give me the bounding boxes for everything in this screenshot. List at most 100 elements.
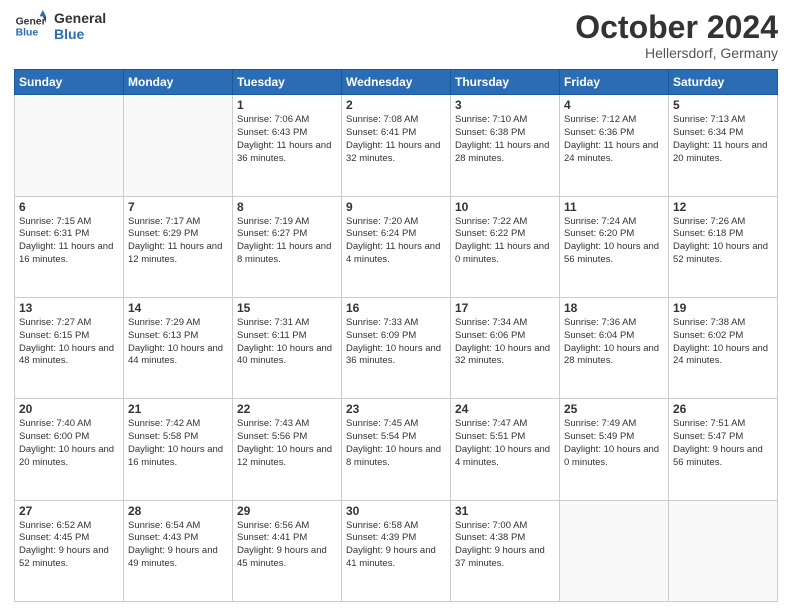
logo: General Blue General Blue	[14, 10, 106, 42]
month-title: October 2024	[575, 10, 778, 45]
calendar-cell: 14 Sunrise: 7:29 AM Sunset: 6:13 PM Dayli…	[124, 297, 233, 398]
weekday-header-monday: Monday	[124, 70, 233, 95]
cell-info: Sunrise: 7:17 AM Sunset: 6:29 PM Dayligh…	[128, 216, 228, 267]
cell-info: Sunrise: 7:19 AM Sunset: 6:27 PM Dayligh…	[237, 216, 337, 267]
day-number: 18	[564, 301, 664, 315]
calendar-cell: 31 Sunrise: 7:00 AM Sunset: 4:38 PM Dayli…	[451, 500, 560, 601]
week-row-0: 1Sunrise: 7:06 AM Sunset: 6:43 PM Daylig…	[15, 95, 778, 196]
cell-info: Sunrise: 6:58 AM Sunset: 4:39 PM Dayligh…	[346, 520, 446, 571]
cell-info: Sunrise: 7:49 AM Sunset: 5:49 PM Dayligh…	[564, 418, 664, 469]
day-number: 31	[455, 504, 555, 518]
calendar-table: SundayMondayTuesdayWednesdayThursdayFrid…	[14, 69, 778, 602]
header: General Blue General Blue October 2024 H…	[14, 10, 778, 61]
calendar-cell: 18 Sunrise: 7:36 AM Sunset: 6:04 PM Dayli…	[560, 297, 669, 398]
cell-info: Sunrise: 7:42 AM Sunset: 5:58 PM Dayligh…	[128, 418, 228, 469]
svg-text:Blue: Blue	[16, 28, 39, 39]
day-number: 11	[564, 200, 664, 214]
weekday-header-wednesday: Wednesday	[342, 70, 451, 95]
day-number: 19	[673, 301, 773, 315]
calendar-cell: 5Sunrise: 7:13 AM Sunset: 6:34 PM Daylig…	[669, 95, 778, 196]
calendar-cell	[560, 500, 669, 601]
day-number: 29	[237, 504, 337, 518]
cell-info: Sunrise: 7:22 AM Sunset: 6:22 PM Dayligh…	[455, 216, 555, 267]
calendar-cell	[669, 500, 778, 601]
calendar-cell: 23 Sunrise: 7:45 AM Sunset: 5:54 PM Dayli…	[342, 399, 451, 500]
cell-info: Sunrise: 7:06 AM Sunset: 6:43 PM Dayligh…	[237, 114, 337, 165]
week-row-3: 20 Sunrise: 7:40 AM Sunset: 6:00 PM Dayli…	[15, 399, 778, 500]
cell-info: Sunrise: 7:33 AM Sunset: 6:09 PM Dayligh…	[346, 317, 446, 368]
calendar-cell: 21 Sunrise: 7:42 AM Sunset: 5:58 PM Dayli…	[124, 399, 233, 500]
calendar-cell: 15 Sunrise: 7:31 AM Sunset: 6:11 PM Dayli…	[233, 297, 342, 398]
day-number: 5	[673, 98, 773, 112]
calendar-cell: 1Sunrise: 7:06 AM Sunset: 6:43 PM Daylig…	[233, 95, 342, 196]
calendar-cell: 30 Sunrise: 6:58 AM Sunset: 4:39 PM Dayli…	[342, 500, 451, 601]
calendar-cell: 29 Sunrise: 6:56 AM Sunset: 4:41 PM Dayli…	[233, 500, 342, 601]
calendar-cell: 26Sunrise: 7:51 AM Sunset: 5:47 PM Dayli…	[669, 399, 778, 500]
cell-info: Sunrise: 7:08 AM Sunset: 6:41 PM Dayligh…	[346, 114, 446, 165]
day-number: 30	[346, 504, 446, 518]
day-number: 4	[564, 98, 664, 112]
title-block: October 2024 Hellersdorf, Germany	[575, 10, 778, 61]
calendar-cell: 9 Sunrise: 7:20 AM Sunset: 6:24 PM Daylig…	[342, 196, 451, 297]
cell-info: Sunrise: 6:56 AM Sunset: 4:41 PM Dayligh…	[237, 520, 337, 571]
calendar-cell: 11Sunrise: 7:24 AM Sunset: 6:20 PM Dayli…	[560, 196, 669, 297]
day-number: 17	[455, 301, 555, 315]
cell-info: Sunrise: 7:36 AM Sunset: 6:04 PM Dayligh…	[564, 317, 664, 368]
cell-info: Sunrise: 7:00 AM Sunset: 4:38 PM Dayligh…	[455, 520, 555, 571]
calendar-cell: 16Sunrise: 7:33 AM Sunset: 6:09 PM Dayli…	[342, 297, 451, 398]
day-number: 6	[19, 200, 119, 214]
cell-info: Sunrise: 7:34 AM Sunset: 6:06 PM Dayligh…	[455, 317, 555, 368]
day-number: 21	[128, 402, 228, 416]
cell-info: Sunrise: 7:10 AM Sunset: 6:38 PM Dayligh…	[455, 114, 555, 165]
day-number: 22	[237, 402, 337, 416]
calendar-cell: 17 Sunrise: 7:34 AM Sunset: 6:06 PM Dayli…	[451, 297, 560, 398]
day-number: 14	[128, 301, 228, 315]
logo-line1: General	[54, 10, 106, 26]
calendar-cell: 10 Sunrise: 7:22 AM Sunset: 6:22 PM Dayli…	[451, 196, 560, 297]
calendar-cell: 20 Sunrise: 7:40 AM Sunset: 6:00 PM Dayli…	[15, 399, 124, 500]
day-number: 10	[455, 200, 555, 214]
cell-info: Sunrise: 7:31 AM Sunset: 6:11 PM Dayligh…	[237, 317, 337, 368]
calendar-cell: 8 Sunrise: 7:19 AM Sunset: 6:27 PM Daylig…	[233, 196, 342, 297]
cell-info: Sunrise: 7:51 AM Sunset: 5:47 PM Dayligh…	[673, 418, 773, 469]
calendar-cell: 19Sunrise: 7:38 AM Sunset: 6:02 PM Dayli…	[669, 297, 778, 398]
cell-info: Sunrise: 7:26 AM Sunset: 6:18 PM Dayligh…	[673, 216, 773, 267]
cell-info: Sunrise: 7:12 AM Sunset: 6:36 PM Dayligh…	[564, 114, 664, 165]
cell-info: Sunrise: 7:20 AM Sunset: 6:24 PM Dayligh…	[346, 216, 446, 267]
weekday-header-thursday: Thursday	[451, 70, 560, 95]
day-number: 9	[346, 200, 446, 214]
day-number: 25	[564, 402, 664, 416]
calendar-cell: 24Sunrise: 7:47 AM Sunset: 5:51 PM Dayli…	[451, 399, 560, 500]
svg-text:General: General	[16, 16, 46, 27]
cell-info: Sunrise: 7:27 AM Sunset: 6:15 PM Dayligh…	[19, 317, 119, 368]
day-number: 28	[128, 504, 228, 518]
page: General Blue General Blue October 2024 H…	[0, 0, 792, 612]
day-number: 12	[673, 200, 773, 214]
day-number: 3	[455, 98, 555, 112]
cell-info: Sunrise: 7:43 AM Sunset: 5:56 PM Dayligh…	[237, 418, 337, 469]
cell-info: Sunrise: 7:40 AM Sunset: 6:00 PM Dayligh…	[19, 418, 119, 469]
weekday-header-sunday: Sunday	[15, 70, 124, 95]
day-number: 15	[237, 301, 337, 315]
day-number: 23	[346, 402, 446, 416]
calendar-cell: 7 Sunrise: 7:17 AM Sunset: 6:29 PM Daylig…	[124, 196, 233, 297]
cell-info: Sunrise: 6:54 AM Sunset: 4:43 PM Dayligh…	[128, 520, 228, 571]
day-number: 20	[19, 402, 119, 416]
cell-info: Sunrise: 7:15 AM Sunset: 6:31 PM Dayligh…	[19, 216, 119, 267]
calendar-cell: 27Sunrise: 6:52 AM Sunset: 4:45 PM Dayli…	[15, 500, 124, 601]
day-number: 13	[19, 301, 119, 315]
calendar-cell: 2 Sunrise: 7:08 AM Sunset: 6:41 PM Daylig…	[342, 95, 451, 196]
calendar-cell: 6 Sunrise: 7:15 AM Sunset: 6:31 PM Daylig…	[15, 196, 124, 297]
day-number: 8	[237, 200, 337, 214]
cell-info: Sunrise: 7:29 AM Sunset: 6:13 PM Dayligh…	[128, 317, 228, 368]
logo-icon: General Blue	[14, 10, 46, 42]
logo-line2: Blue	[54, 26, 106, 42]
cell-info: Sunrise: 7:45 AM Sunset: 5:54 PM Dayligh…	[346, 418, 446, 469]
day-number: 2	[346, 98, 446, 112]
cell-info: Sunrise: 6:52 AM Sunset: 4:45 PM Dayligh…	[19, 520, 119, 571]
weekday-header-saturday: Saturday	[669, 70, 778, 95]
location: Hellersdorf, Germany	[575, 45, 778, 61]
day-number: 7	[128, 200, 228, 214]
week-row-1: 6 Sunrise: 7:15 AM Sunset: 6:31 PM Daylig…	[15, 196, 778, 297]
weekday-header-tuesday: Tuesday	[233, 70, 342, 95]
